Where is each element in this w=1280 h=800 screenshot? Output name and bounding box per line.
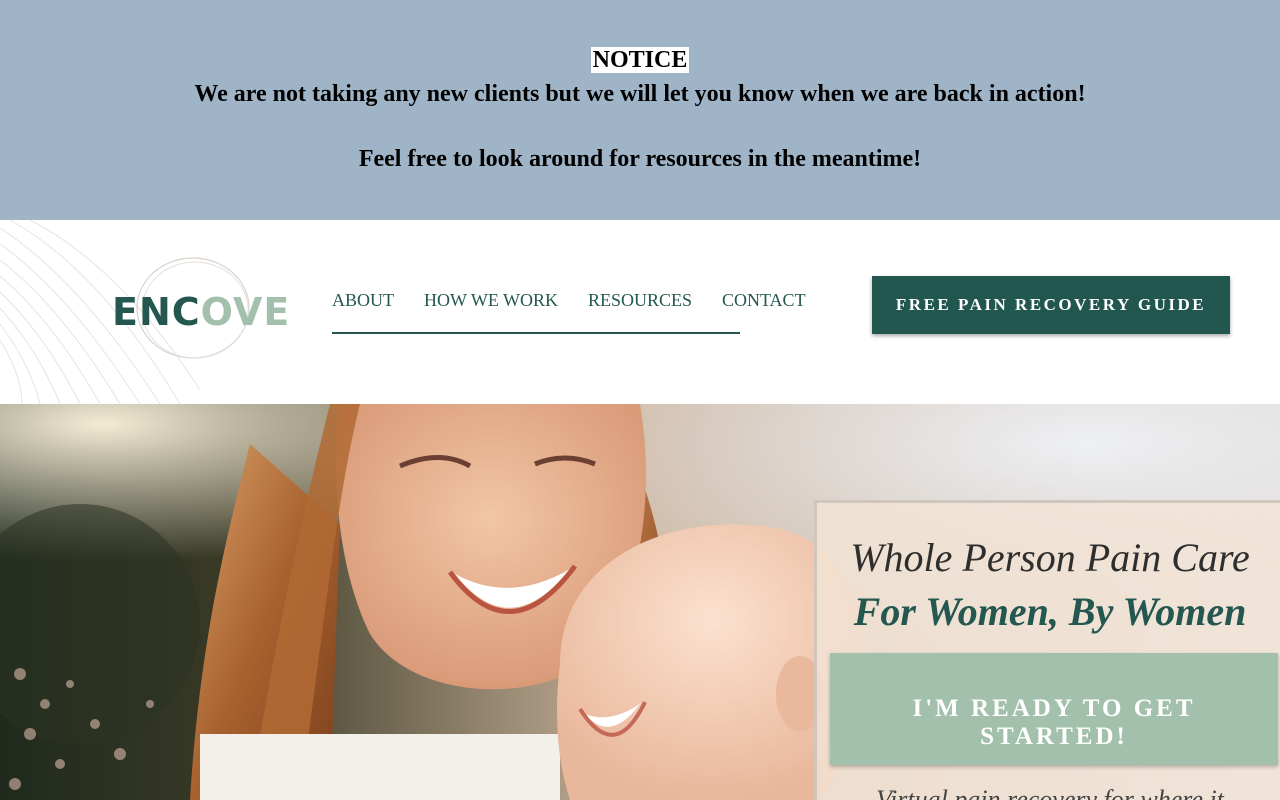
- notice-message: We are not taking any new clients but we…: [194, 81, 1086, 107]
- logo-text-ove: OVE: [200, 290, 291, 334]
- hero-section: Whole Person Pain Care For Women, By Wom…: [0, 404, 1280, 800]
- nav-how-we-work[interactable]: HOW WE WORK: [424, 288, 558, 312]
- nav-resources[interactable]: RESOURCES: [588, 288, 692, 312]
- logo[interactable]: ENCOVE: [110, 256, 289, 366]
- nav-underline: [332, 332, 740, 334]
- notice-submessage: Feel free to look around for resources i…: [358, 146, 922, 172]
- logo-text-enc: ENC: [112, 290, 201, 334]
- free-guide-button[interactable]: FREE PAIN RECOVERY GUIDE: [872, 276, 1230, 334]
- get-started-button[interactable]: I'M READY TO GET STARTED!: [830, 653, 1278, 765]
- site-header: ENCOVE ABOUT HOW WE WORK RESOURCES CONTA…: [0, 220, 1280, 404]
- nav-contact[interactable]: CONTACT: [722, 288, 806, 312]
- hero-subtitle: For Women, By Women: [853, 589, 1247, 634]
- notice-title: NOTICE: [590, 47, 690, 73]
- hero-card: Whole Person Pain Care For Women, By Wom…: [814, 500, 1280, 800]
- notice-banner: NOTICE We are not taking any new clients…: [0, 0, 1280, 220]
- hero-tagline: Virtual pain recovery for where it: [876, 785, 1224, 800]
- hero-title: Whole Person Pain Care: [850, 535, 1250, 580]
- nav-about[interactable]: ABOUT: [332, 288, 394, 312]
